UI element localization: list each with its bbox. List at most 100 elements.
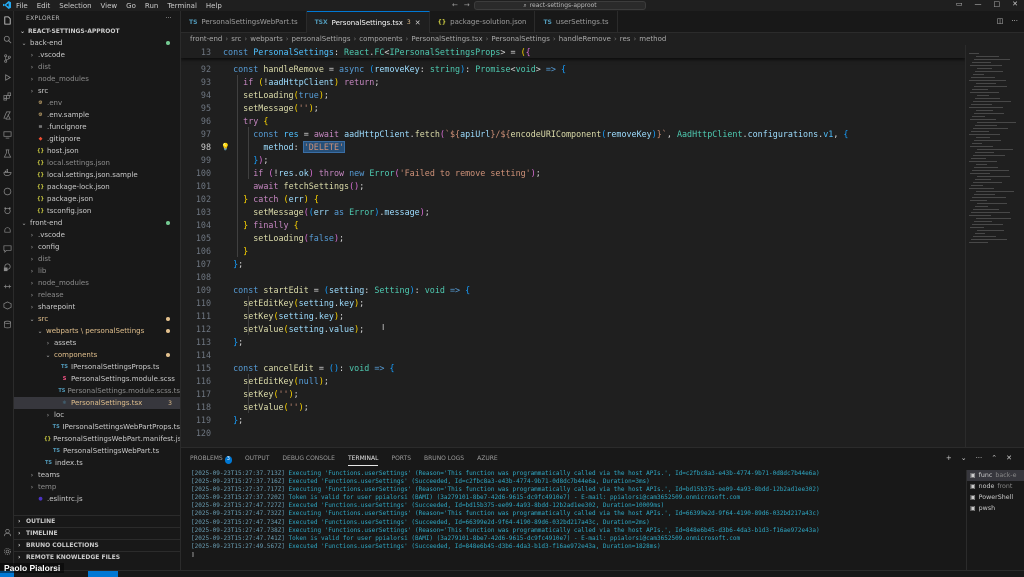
menu-item-help[interactable]: Help [206,2,222,10]
command-center-search[interactable]: ⌕ react-settings-approot [474,1,646,10]
tree-item[interactable]: › assets [14,337,180,349]
tree-item[interactable]: ⚙ .env [14,97,180,109]
tree-item[interactable]: › release [14,289,180,301]
kubernetes-icon[interactable] [0,296,14,315]
terminal-instance[interactable]: ▣ node front [967,481,1024,492]
code-line[interactable]: 108 [181,270,965,283]
section-remote-knowledge-files[interactable]: › REMOTE KNOWLEDGE FILES [14,551,180,563]
maximize-panel-icon[interactable]: ⌃ [991,454,997,462]
code-line[interactable]: 120 [181,426,965,439]
run-debug-icon[interactable] [0,68,14,87]
menu-item-view[interactable]: View [101,2,118,10]
tree-item[interactable]: › teams [14,469,180,481]
tree-item[interactable]: › src [14,85,180,97]
panel-tab-ports[interactable]: PORTS [391,455,411,466]
breadcrumb-item[interactable]: personalSettings [292,35,351,43]
tree-item[interactable]: TS IPersonalSettingsWebPartProps.ts [14,421,180,433]
more-actions-icon[interactable]: ··· [976,454,983,462]
tree-item[interactable]: TS PersonalSettingsWebPart.ts [14,445,180,457]
tree-item[interactable]: S PersonalSettings.module.scss [14,373,180,385]
lightbulb-icon[interactable]: 💡 [221,143,230,151]
extensions-icon[interactable] [0,87,14,106]
github-icon[interactable] [0,182,14,201]
back-arrow-icon[interactable]: ← [452,1,458,9]
panel-tab-output[interactable]: OUTPUT [245,455,269,466]
tree-item[interactable]: TS index.ts [14,457,180,469]
breadcrumb-item[interactable]: PersonalSettings [491,35,549,43]
terminal-output[interactable]: [2025-09-23T15:27:37.713Z] Executing 'Fu… [191,470,961,570]
tree-item[interactable]: › sharepoint [14,301,180,313]
code-line[interactable]: 118 setValue(''); [181,400,965,413]
breadcrumb-item[interactable]: handleRemove [559,35,611,43]
close-tab-icon[interactable]: ✕ [415,19,421,27]
tree-item[interactable]: {} PersonalSettingsWebPart.manifest.json [14,433,180,445]
section-outline[interactable]: › OUTLINE [14,515,180,527]
tree-item[interactable]: ⌄ src [14,313,180,325]
tree-item[interactable]: › node_modules [14,277,180,289]
search-icon[interactable] [0,30,14,49]
code-line[interactable]: 107 }; [181,257,965,270]
menu-item-terminal[interactable]: Terminal [167,2,197,10]
explorer-icon[interactable] [0,11,14,30]
menu-item-run[interactable]: Run [145,2,158,10]
tree-item[interactable]: {} tsconfig.json [14,205,180,217]
tree-item[interactable]: ⚛ PersonalSettings.tsx 3 [14,397,180,409]
code-line[interactable]: 113 }; [181,335,965,348]
tree-item[interactable]: ⚙ .env.sample [14,109,180,121]
tree-item[interactable]: {} host.json [14,145,180,157]
database-icon[interactable] [0,315,14,334]
panel-tab-azure[interactable]: AZURE [477,455,498,466]
tree-item[interactable]: {} package-lock.json [14,181,180,193]
sticky-scroll-line[interactable]: 13 const PersonalSettings: React.FC<IPers… [181,45,965,58]
tree-item[interactable]: {} local.settings.json.sample [14,169,180,181]
more-actions-icon[interactable]: ··· [165,15,172,22]
code-editor[interactable]: 13 const PersonalSettings: React.FC<IPers… [181,45,965,447]
code-line[interactable]: 105 setLoading(false); [181,231,965,244]
section-timeline[interactable]: › TIMELINE [14,527,180,539]
tree-item[interactable]: › temp [14,481,180,493]
tree-item[interactable]: › loc [14,409,180,421]
tree-item[interactable]: {} package.json [14,193,180,205]
code-line[interactable]: 94 setLoading(true); [181,88,965,101]
breadcrumb-item[interactable]: res [620,35,631,43]
bruno-icon[interactable] [0,201,14,220]
tree-item[interactable]: TS PersonalSettings.module.scss.ts [14,385,180,397]
menu-item-file[interactable]: File [16,2,28,10]
minimize-icon[interactable]: — [975,0,982,8]
tree-item[interactable]: ⌄ webparts \ personalSettings [14,325,180,337]
remote-explorer-icon[interactable] [0,125,14,144]
close-panel-icon[interactable]: ✕ [1006,454,1012,462]
terminal-prompt[interactable]: ▯ [191,551,961,559]
tree-item[interactable]: ⌄ front-end [14,217,180,229]
copilot-icon[interactable] [0,220,14,239]
timeline-icon[interactable] [0,277,14,296]
tree-item[interactable]: › dist [14,253,180,265]
status-item[interactable] [88,571,118,577]
code-line[interactable]: 93 if (!aadHttpClient) return; [181,75,965,88]
maximize-icon[interactable]: □ [994,0,1001,8]
testing-icon[interactable] [0,144,14,163]
code-line[interactable]: 96 try { [181,114,965,127]
tree-item[interactable]: › config [14,241,180,253]
panel-tab-debug-console[interactable]: DEBUG CONSOLE [282,455,335,466]
code-line[interactable]: 116 setEditKey(null); [181,374,965,387]
chat-icon[interactable] [0,239,14,258]
new-terminal-icon[interactable]: + [946,454,952,462]
tree-item[interactable]: › lib [14,265,180,277]
code-line[interactable]: 97 const res = await aadHttpClient.fetch… [181,127,965,140]
close-icon[interactable]: ✕ [1012,0,1018,8]
more-actions-icon[interactable]: ··· [1011,17,1018,25]
panel-tab-terminal[interactable]: TERMINAL [347,455,379,466]
menu-item-edit[interactable]: Edit [37,2,51,10]
panel-tab-problems[interactable]: PROBLEMS 3 [190,455,232,466]
editor-tab[interactable]: TSX PersonalSettings.tsx 3 ✕ [306,11,430,33]
code-line[interactable]: 101 await fetchSettings(); [181,179,965,192]
sharepoint-icon[interactable] [0,258,14,277]
code-line[interactable]: 102 } catch (err) { [181,192,965,205]
split-editor-icon[interactable]: ◫ [997,17,1004,25]
tree-item[interactable]: › .vscode [14,229,180,241]
minimap[interactable] [965,45,1024,447]
code-line[interactable]: 92 const handleRemove = async (removeKey… [181,62,965,75]
breadcrumb-item[interactable]: PersonalSettings.tsx [411,35,482,43]
code-line[interactable]: 114 [181,348,965,361]
